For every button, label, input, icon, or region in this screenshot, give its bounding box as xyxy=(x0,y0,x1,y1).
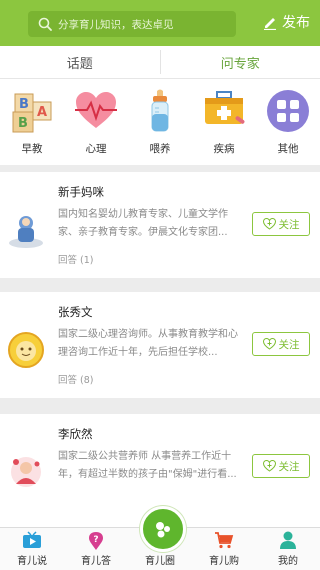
expert-card[interactable]: 张秀文 国家二级心理咨询师。从事教育教学和心理咨询工作近十年，先后担任学校...… xyxy=(0,292,320,398)
nav-label: 育儿说 xyxy=(17,552,47,567)
nav-item-parenting-shop[interactable]: 育儿购 xyxy=(192,528,256,570)
category-feeding[interactable]: 喂养 xyxy=(128,79,192,165)
circle-drops-icon xyxy=(152,518,174,540)
svg-text:B: B xyxy=(19,97,29,112)
nav-label: 育儿答 xyxy=(81,552,111,567)
heart-plus-icon xyxy=(263,338,276,350)
pencil-icon xyxy=(262,14,278,30)
expert-name: 张秀文 xyxy=(58,304,93,320)
nav-label: 我的 xyxy=(278,552,298,567)
expert-description: 国家二级公共营养师 从事营养工作近十年，有超过半数的孩子由"保姆"进行看... xyxy=(58,448,246,484)
expert-name: 新手妈咪 xyxy=(58,184,104,200)
heart-plus-icon xyxy=(263,218,276,230)
category-label: 心理 xyxy=(86,141,107,156)
nav-item-parenting-talk[interactable]: 育儿说 xyxy=(0,528,64,570)
follow-button[interactable]: 关注 xyxy=(252,332,310,356)
category-illness[interactable]: 疾病 xyxy=(192,79,256,165)
publish-button[interactable]: 发布 xyxy=(262,12,310,32)
category-row: B A B 早教 心理 喂养 xyxy=(0,79,320,165)
person-icon xyxy=(279,531,297,549)
tab-ask-expert[interactable]: 问专家 xyxy=(161,46,320,78)
alphabet-blocks-icon: B A B xyxy=(9,88,55,134)
category-label: 早教 xyxy=(22,141,43,156)
avatar xyxy=(6,452,46,492)
heart-pulse-icon xyxy=(73,88,119,134)
tab-topics-label: 话题 xyxy=(67,53,93,72)
category-other[interactable]: 其他 xyxy=(256,79,320,165)
svg-text:A: A xyxy=(37,105,47,120)
heart-plus-icon xyxy=(263,460,276,472)
nav-item-mine[interactable]: 我的 xyxy=(256,528,320,570)
category-early-education[interactable]: B A B 早教 xyxy=(0,79,64,165)
search-placeholder: 分享育儿知识，表达卓见 xyxy=(58,17,174,32)
avatar xyxy=(6,330,46,370)
tab-ask-expert-label: 问专家 xyxy=(221,53,260,72)
medical-kit-icon xyxy=(201,88,247,134)
parenting-circle-button[interactable] xyxy=(140,506,186,552)
baby-bottle-icon xyxy=(137,88,183,134)
question-pin-icon: ? xyxy=(88,531,104,551)
follow-label: 关注 xyxy=(279,337,300,352)
grid-icon xyxy=(265,88,311,134)
follow-label: 关注 xyxy=(279,217,300,232)
expert-name: 李欣然 xyxy=(58,426,93,442)
cart-icon xyxy=(214,531,234,549)
svg-text:B: B xyxy=(18,116,28,131)
expert-answer-count[interactable]: 回答 (1) xyxy=(58,252,93,266)
top-bar: 分享育儿知识，表达卓见 发布 xyxy=(0,0,320,46)
category-label: 喂养 xyxy=(150,141,171,156)
tab-bar: 话题 问专家 xyxy=(0,46,320,79)
publish-label: 发布 xyxy=(282,12,310,32)
search-input[interactable]: 分享育儿知识，表达卓见 xyxy=(28,11,236,37)
category-label: 疾病 xyxy=(214,141,235,156)
nav-label: 育儿购 xyxy=(209,552,239,567)
expert-description: 国内知名婴幼儿教育专家、儿童文学作家、亲子教育专家。伊晨文化专家团... xyxy=(58,206,246,242)
expert-answer-count[interactable]: 回答 (8) xyxy=(58,372,93,386)
category-psychology[interactable]: 心理 xyxy=(64,79,128,165)
follow-label: 关注 xyxy=(279,459,300,474)
category-label: 其他 xyxy=(278,141,299,156)
nav-item-parenting-answers[interactable]: ? 育儿答 xyxy=(64,528,128,570)
expert-description: 国家二级心理咨询师。从事教育教学和心理咨询工作近十年，先后担任学校... xyxy=(58,326,246,362)
avatar xyxy=(6,210,46,250)
follow-button[interactable]: 关注 xyxy=(252,454,310,478)
nav-label: 育儿圈 xyxy=(145,552,175,567)
svg-text:?: ? xyxy=(93,535,98,545)
tab-topics[interactable]: 话题 xyxy=(0,46,160,78)
tv-icon xyxy=(22,531,42,549)
search-icon xyxy=(38,17,52,31)
follow-button[interactable]: 关注 xyxy=(252,212,310,236)
expert-card[interactable]: 新手妈咪 国内知名婴幼儿教育专家、儿童文学作家、亲子教育专家。伊晨文化专家团..… xyxy=(0,172,320,278)
